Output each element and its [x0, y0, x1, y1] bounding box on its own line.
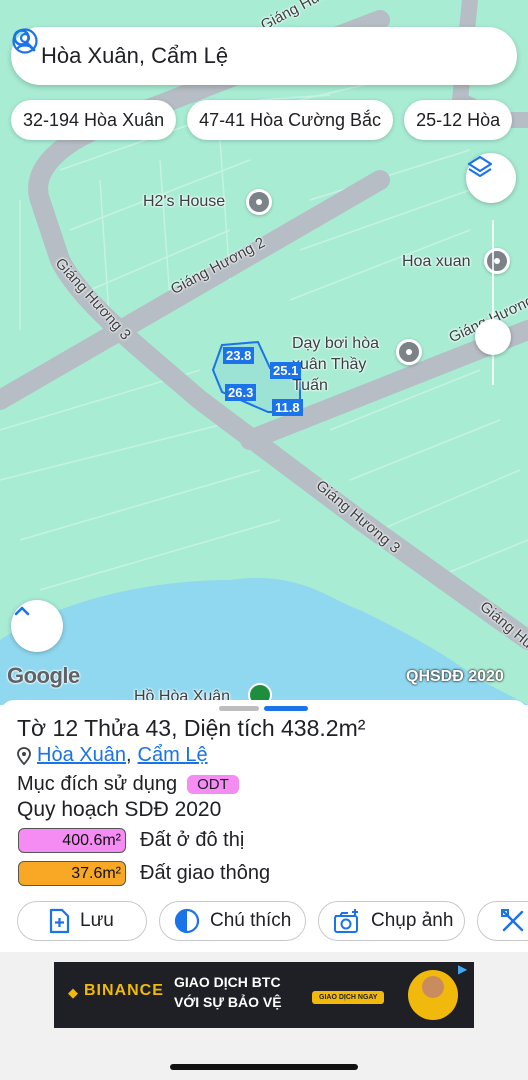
land-use-label: Đất giao thông: [140, 862, 271, 884]
parcel-info-sheet: Tờ 12 Thửa 43, Diện tích 438.2m² Hòa Xuâ…: [0, 700, 528, 952]
home-indicator: [170, 1064, 358, 1070]
save-button[interactable]: Lưu: [17, 901, 147, 941]
map-view[interactable]: Giáng Hương 1 Giáng Hương 2 Giáng Hương …: [0, 0, 528, 705]
poi-label-hoa-xuan: Hoa xuan: [402, 253, 471, 270]
ad-headline-1: GIAO DỊCH BTC: [174, 974, 281, 990]
land-purpose: Mục đích sử dụng ODT: [17, 773, 239, 796]
purpose-badge: ODT: [187, 775, 239, 794]
expand-sheet-button[interactable]: [11, 600, 63, 652]
opacity-slider-handle[interactable]: [475, 319, 511, 355]
ad-area: ◆ BINANCE GIAO DỊCH BTC VỚI SỰ BẢO VỆ GI…: [0, 952, 528, 1080]
ad-banner[interactable]: ◆ BINANCE GIAO DỊCH BTC VỚI SỰ BẢO VỆ GI…: [54, 962, 474, 1028]
edge-measurement: 11.8: [272, 399, 303, 416]
google-logo: Google: [7, 663, 80, 688]
add-photo-icon: [333, 908, 361, 934]
chip-parcel[interactable]: 25-12 Hòa: [404, 100, 513, 140]
save-label: Lưu: [80, 910, 114, 931]
land-use-label: Đất ở đô thị: [140, 829, 245, 851]
suggestion-chips: 32-194 Hòa Xuân 47-41 Hòa Cường Bắc 25-1…: [11, 100, 513, 140]
layers-button[interactable]: [466, 153, 516, 203]
ad-cta-button[interactable]: GIAO DỊCH NGAY: [312, 991, 385, 1004]
place-pin-icon[interactable]: [246, 189, 272, 215]
roads: [0, 0, 528, 650]
purpose-label: Mục đích sử dụng: [17, 773, 178, 795]
place-pin-icon[interactable]: [484, 248, 510, 274]
action-buttons: Lưu Chú thích Chụp ảnh: [17, 901, 528, 941]
plan-title: Quy hoạch SDĐ 2020: [17, 798, 222, 821]
search-bar[interactable]: Hòa Xuân, Cẩm Lệ: [11, 27, 517, 85]
poi-label-h2s-house: H2's House: [143, 193, 226, 210]
add-file-icon: [48, 908, 70, 934]
land-use-area: 400.6m²: [18, 828, 126, 853]
edge-measurement: 23.8: [223, 347, 255, 364]
location-pin-icon: [17, 746, 31, 765]
land-use-row: 400.6m² Đất ở đô thị: [18, 828, 244, 853]
ad-person-face: [422, 976, 444, 998]
capture-label: Chụp ảnh: [371, 910, 454, 931]
chip-parcel[interactable]: 47-41 Hòa Cường Bắc: [187, 100, 394, 140]
sheet-handle[interactable]: [219, 706, 259, 711]
sheet-handle-active[interactable]: [264, 706, 308, 711]
contrast-icon: [174, 908, 200, 934]
legend-button[interactable]: Chú thích: [159, 901, 306, 941]
search-input[interactable]: Hòa Xuân, Cẩm Lệ: [41, 43, 499, 69]
legend-label: Chú thích: [210, 910, 292, 931]
address-separator: ,: [125, 744, 132, 766]
edge-measurement: 25.1: [270, 362, 302, 379]
poi-label-swim-school: Dạy bơi hòa xuân Thầy Tuấn: [292, 335, 379, 394]
tools-icon: [500, 908, 526, 934]
edge-measurement: 26.3: [225, 384, 257, 401]
chip-parcel[interactable]: 32-194 Hòa Xuân: [11, 100, 177, 140]
district-link[interactable]: Cẩm Lệ: [138, 744, 208, 767]
parcel-address: Hòa Xuân, Cẩm Lệ: [17, 744, 208, 767]
tools-button[interactable]: [477, 901, 528, 941]
opacity-slider-track[interactable]: [492, 220, 494, 385]
layers-icon: [466, 153, 516, 203]
ad-brand: BINANCE: [84, 982, 164, 999]
chevron-up-icon: [11, 600, 63, 652]
school-pin-icon[interactable]: [396, 339, 422, 365]
ward-link[interactable]: Hòa Xuân: [37, 744, 126, 767]
map-layer-badge: QHSDĐ 2020: [406, 668, 504, 685]
parcel-title: Tờ 12 Thửa 43, Diện tích 438.2m²: [17, 715, 366, 741]
ad-headline-2: VỚI SỰ BẢO VỆ: [174, 994, 282, 1010]
land-use-row: 37.6m² Đất giao thông: [18, 861, 270, 886]
land-use-area: 37.6m²: [18, 861, 126, 886]
binance-logo-icon: ◆: [68, 985, 78, 1000]
capture-button[interactable]: Chụp ảnh: [318, 901, 465, 941]
ad-choices-icon[interactable]: ▶: [458, 962, 467, 976]
